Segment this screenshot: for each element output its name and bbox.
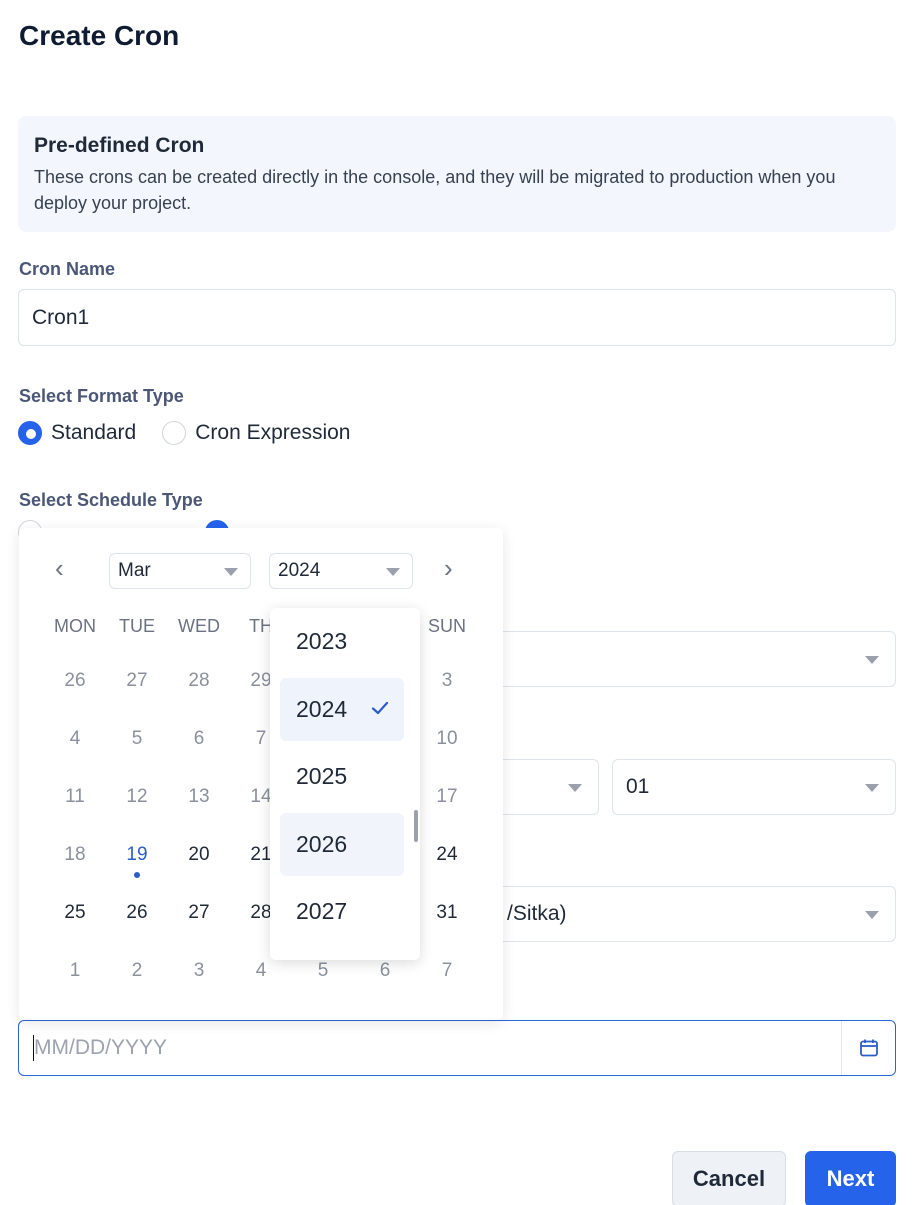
year-option[interactable]: 2024 (280, 677, 404, 741)
cancel-button[interactable]: Cancel (672, 1151, 786, 1205)
calendar-day[interactable]: 11 (45, 786, 105, 808)
year-option-label: 2026 (296, 830, 348, 857)
calendar-icon (859, 1039, 878, 1057)
year-select-value: 2024 (278, 560, 321, 581)
calendar-day[interactable]: 6 (355, 960, 415, 982)
calendar-day[interactable]: 3 (169, 960, 229, 982)
next-month-icon[interactable]: › (444, 553, 453, 584)
cron-name-value: Cron1 (32, 305, 90, 329)
calendar-day[interactable]: 17 (417, 786, 477, 808)
weekday-label: WED (178, 616, 220, 636)
cron-name-input[interactable]: Cron1 (18, 289, 896, 346)
year-option-label: 2027 (296, 898, 348, 924)
month-select[interactable]: Mar (109, 553, 251, 589)
weekday-label: MON (54, 616, 96, 636)
radio-standard-label[interactable]: Standard (51, 421, 136, 445)
calendar-day[interactable]: 24 (417, 844, 477, 866)
chevron-down-icon (865, 784, 879, 792)
format-type-radio-group: Standard Cron Expression (18, 421, 350, 445)
calendar-day[interactable]: 25 (45, 902, 105, 924)
calendar-day[interactable]: 27 (107, 670, 167, 692)
radio-cron-expression[interactable] (162, 421, 187, 445)
minute-select[interactable]: 01 (612, 759, 896, 815)
calendar-day[interactable]: 19 (107, 844, 167, 866)
dropdown-scrollbar[interactable] (414, 810, 418, 842)
calendar-day[interactable]: 5 (107, 728, 167, 750)
calendar-icon-button[interactable] (841, 1021, 895, 1075)
year-select[interactable]: 2024 (269, 553, 413, 589)
radio-cron-expression-label[interactable]: Cron Expression (195, 421, 350, 445)
calendar-day[interactable]: 4 (45, 728, 105, 750)
info-box: Pre-defined Cron These crons can be crea… (18, 116, 896, 232)
calendar-day[interactable]: 18 (45, 844, 105, 866)
timezone-select-value: /Sitka) (507, 902, 567, 925)
calendar-day[interactable]: 5 (293, 960, 353, 982)
calendar-day[interactable]: 28 (169, 670, 229, 692)
date-picker-popup: ‹ Mar 2024 › MONTUEWEDTHFRISATSUN 262728… (19, 528, 503, 1020)
calendar-day[interactable]: 12 (107, 786, 167, 808)
next-button[interactable]: Next (805, 1151, 896, 1205)
year-option-label: 2025 (296, 763, 348, 789)
chevron-down-icon (865, 911, 879, 919)
calendar-day[interactable]: 2 (107, 960, 167, 982)
calendar-day[interactable]: 27 (169, 902, 229, 924)
checkmark-icon (371, 701, 389, 714)
info-text: These crons can be created directly in t… (34, 167, 836, 213)
weekday-label: TUE (119, 616, 155, 636)
format-type-label: Select Format Type (19, 386, 184, 406)
date-input[interactable]: MM/DD/YYYY (18, 1020, 896, 1076)
calendar-day[interactable]: 13 (169, 786, 229, 808)
month-select-value: Mar (118, 560, 151, 581)
cron-name-label: Cron Name (19, 259, 116, 279)
prev-month-icon[interactable]: ‹ (55, 553, 64, 584)
radio-standard[interactable] (18, 421, 42, 445)
year-dropdown-list: 2023 2024 2025 2026 2027 (270, 608, 420, 960)
minute-select-value: 01 (626, 775, 650, 798)
weekday-label: SUN (427, 616, 466, 636)
calendar-day[interactable]: 26 (107, 902, 167, 924)
year-option-label: 2023 (296, 628, 348, 654)
schedule-type-label: Select Schedule Type (19, 490, 203, 510)
info-title: Pre-defined Cron (34, 134, 205, 157)
calendar-day[interactable]: 10 (417, 728, 477, 750)
year-option-label: 2024 (296, 695, 348, 722)
calendar-day[interactable]: 4 (231, 960, 291, 982)
page-title: Create Cron (19, 20, 180, 51)
calendar-day[interactable]: 3 (417, 670, 477, 692)
calendar-day[interactable]: 26 (45, 670, 105, 692)
year-option[interactable]: 2025 (280, 745, 404, 808)
calendar-day[interactable]: 6 (169, 728, 229, 750)
year-option[interactable]: 2027 (280, 880, 404, 943)
today-indicator (134, 872, 140, 878)
year-option[interactable]: 2026 (280, 812, 404, 876)
date-input-placeholder: MM/DD/YYYY (34, 1036, 168, 1059)
chevron-down-icon (386, 568, 400, 576)
calendar-day[interactable]: 1 (45, 960, 105, 982)
schedule-select[interactable] (470, 631, 896, 687)
chevron-down-icon (224, 568, 238, 576)
chevron-down-icon (865, 656, 879, 664)
calendar-day[interactable]: 31 (417, 902, 477, 924)
year-option[interactable]: 2023 (280, 610, 404, 673)
calendar-day[interactable]: 20 (169, 844, 229, 866)
chevron-down-icon (568, 784, 582, 792)
timezone-select[interactable]: /Sitka) (470, 886, 896, 942)
calendar-day[interactable]: 7 (417, 960, 477, 982)
